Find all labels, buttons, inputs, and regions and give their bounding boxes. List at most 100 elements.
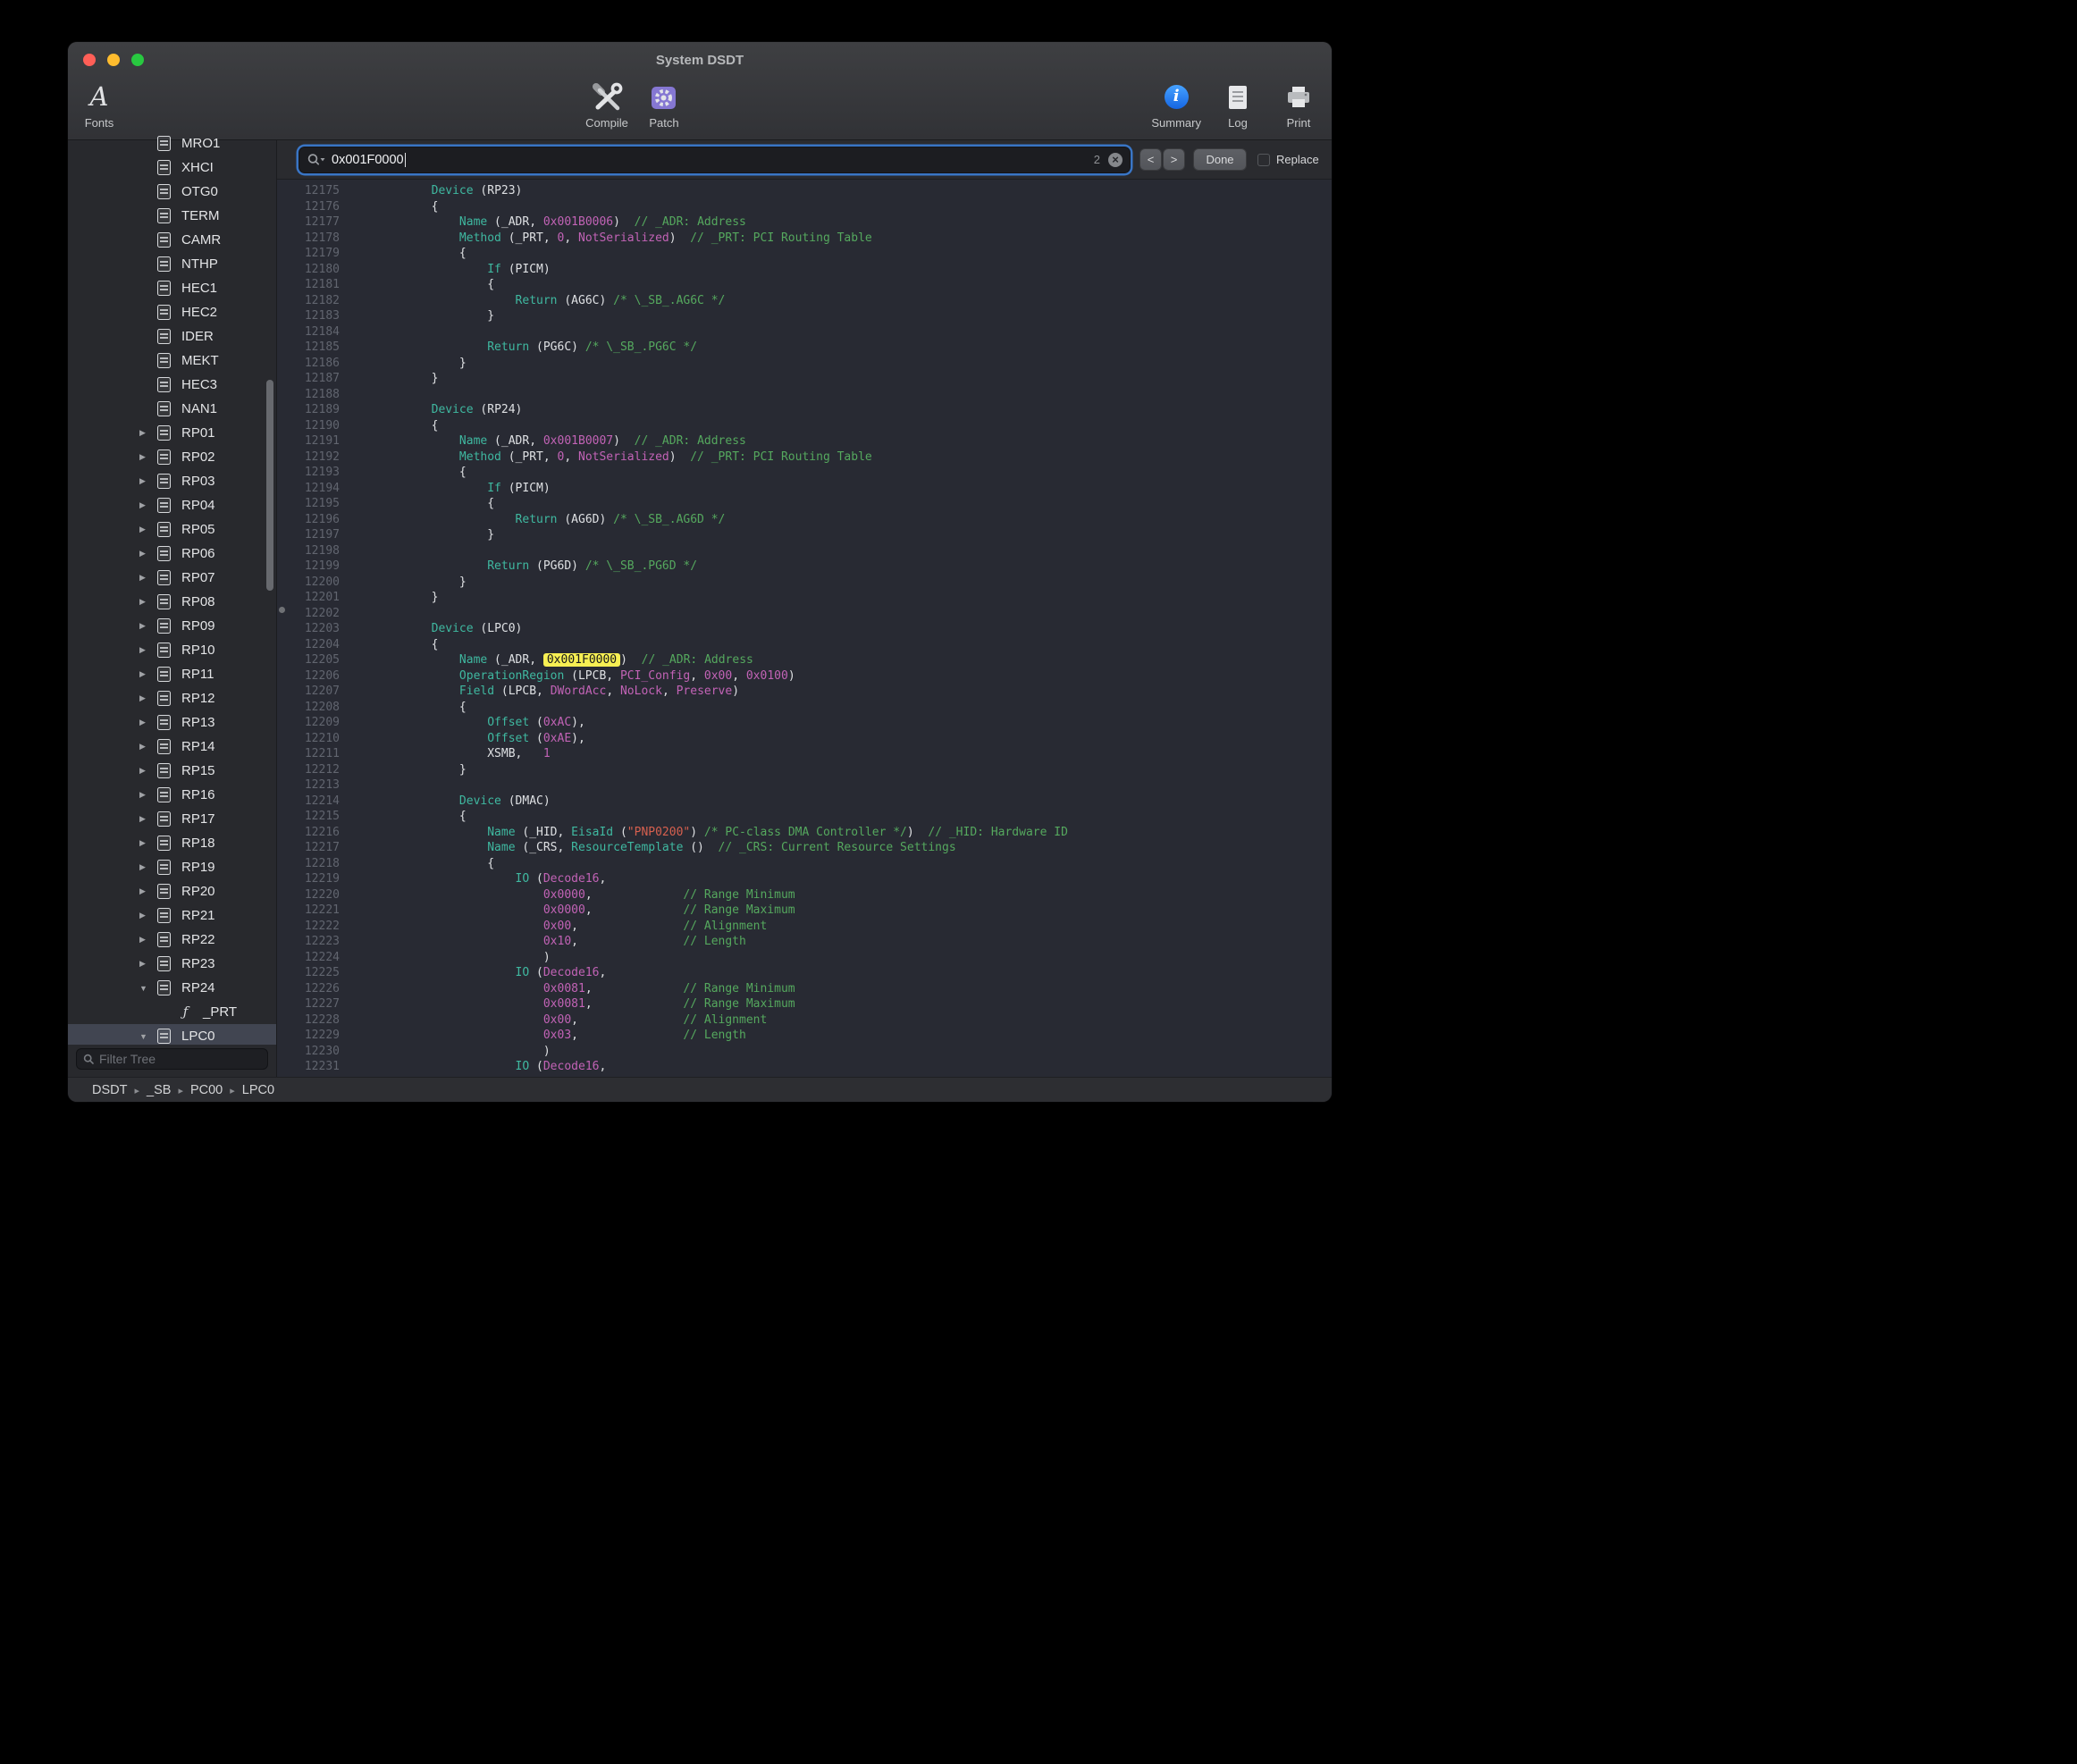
sidebar-item-lpc0[interactable]: ▼LPC0 — [68, 1024, 276, 1045]
disclosure-collapsed-icon[interactable]: ▶ — [136, 838, 157, 848]
disclosure-collapsed-icon[interactable]: ▶ — [136, 476, 157, 486]
disclosure-collapsed-icon[interactable]: ▶ — [136, 886, 157, 896]
sidebar-item-rp14[interactable]: ▶RP14 — [68, 735, 276, 759]
disclosure-collapsed-icon[interactable]: ▶ — [136, 621, 157, 631]
line-number: 12180 — [277, 262, 340, 278]
sidebar-item-rp18[interactable]: ▶RP18 — [68, 831, 276, 855]
sidebar-item-nthp[interactable]: NTHP — [68, 252, 276, 276]
disclosure-collapsed-icon[interactable]: ▶ — [136, 669, 157, 679]
sidebar-item-rp02[interactable]: ▶ RP02 — [68, 445, 276, 469]
summary-button[interactable]: Summary — [1151, 80, 1201, 130]
device-icon — [157, 281, 171, 296]
sidebar-item-rp11[interactable]: ▶RP11 — [68, 662, 276, 686]
disclosure-expanded-icon[interactable]: ▼ — [136, 984, 157, 993]
replace-checkbox[interactable] — [1257, 154, 1270, 166]
fonts-button[interactable]: Fonts — [75, 80, 123, 130]
disclosure-collapsed-icon[interactable]: ▶ — [136, 549, 157, 559]
sidebar-item-mro1[interactable]: MRO1 — [68, 131, 276, 155]
filter-tree-field[interactable] — [76, 1048, 268, 1070]
find-previous-button[interactable]: < — [1140, 149, 1161, 170]
sidebar-item-otg0[interactable]: OTG0 — [68, 180, 276, 204]
breadcrumb-item[interactable]: DSDT — [92, 1083, 127, 1097]
sidebar-item-rp01[interactable]: ▶RP01 — [68, 421, 276, 445]
disclosure-collapsed-icon[interactable]: ▶ — [136, 959, 157, 969]
sidebar-item-rp09[interactable]: ▶RP09 — [68, 614, 276, 638]
titlebar[interactable]: System DSDT — [68, 42, 1332, 78]
sidebar-item-rp17[interactable]: ▶RP17 — [68, 807, 276, 831]
done-button[interactable]: Done — [1194, 149, 1246, 170]
search-menu-icon[interactable] — [307, 152, 326, 167]
sidebar-item-rp10[interactable]: ▶RP10 — [68, 638, 276, 662]
disclosure-collapsed-icon[interactable]: ▶ — [136, 766, 157, 776]
minimize-button[interactable] — [107, 54, 120, 66]
code-editor[interactable]: 12175 Device (RP23)12176 {12177 Name (_A… — [277, 180, 1332, 1077]
disclosure-collapsed-icon[interactable]: ▶ — [136, 911, 157, 920]
find-input[interactable]: 0x001F0000 — [332, 153, 404, 167]
sidebar-item-rp20[interactable]: ▶RP20 — [68, 879, 276, 903]
disclosure-collapsed-icon[interactable]: ▶ — [136, 693, 157, 703]
print-button[interactable]: Print — [1274, 80, 1323, 130]
disclosure-collapsed-icon[interactable]: ▶ — [136, 935, 157, 945]
zoom-button[interactable] — [131, 54, 144, 66]
device-icon — [157, 160, 171, 175]
sidebar-item-rp13[interactable]: ▶RP13 — [68, 710, 276, 735]
disclosure-collapsed-icon[interactable]: ▶ — [136, 742, 157, 752]
disclosure-collapsed-icon[interactable]: ▶ — [136, 428, 157, 438]
sidebar-scrollbar-thumb[interactable] — [266, 380, 273, 591]
disclosure-collapsed-icon[interactable]: ▶ — [136, 525, 157, 534]
device-icon — [157, 836, 171, 851]
breadcrumb-item[interactable]: _SB — [147, 1083, 171, 1097]
sidebar-item-mekt[interactable]: MEKT — [68, 349, 276, 373]
disclosure-collapsed-icon[interactable]: ▶ — [136, 573, 157, 583]
clear-search-icon[interactable] — [1108, 153, 1123, 167]
device-icon — [157, 884, 171, 899]
sidebar-item-rp15[interactable]: ▶RP15 — [68, 759, 276, 783]
disclosure-collapsed-icon[interactable]: ▶ — [136, 452, 157, 462]
sidebar-item-label: RP02 — [181, 449, 215, 465]
sidebar-item-rp06[interactable]: ▶RP06 — [68, 542, 276, 566]
disclosure-collapsed-icon[interactable]: ▶ — [136, 500, 157, 510]
find-field[interactable]: 0x001F0000 2 — [299, 147, 1130, 172]
line-number: 12199 — [277, 559, 340, 575]
disclosure-collapsed-icon[interactable]: ▶ — [136, 597, 157, 607]
sidebar-item-rp03[interactable]: ▶RP03 — [68, 469, 276, 493]
sidebar-item-ider[interactable]: IDER — [68, 324, 276, 349]
sidebar-item-rp19[interactable]: ▶RP19 — [68, 855, 276, 879]
sidebar-item-rp08[interactable]: ▶RP08 — [68, 590, 276, 614]
line-number: 12188 — [277, 387, 340, 403]
sidebar-item-_prt[interactable]: ƒ_PRT — [68, 1000, 276, 1024]
compile-button[interactable]: Compile — [583, 80, 631, 130]
sidebar-item-rp12[interactable]: ▶RP12 — [68, 686, 276, 710]
disclosure-expanded-icon[interactable]: ▼ — [136, 1032, 157, 1041]
sidebar-item-rp23[interactable]: ▶RP23 — [68, 952, 276, 976]
sidebar-item-rp05[interactable]: ▶RP05 — [68, 517, 276, 542]
sidebar-item-rp21[interactable]: ▶RP21 — [68, 903, 276, 928]
sidebar-item-rp16[interactable]: ▶RP16 — [68, 783, 276, 807]
filter-tree-input[interactable] — [99, 1052, 261, 1066]
sidebar-item-rp04[interactable]: ▶RP04 — [68, 493, 276, 517]
patch-button[interactable]: Patch — [640, 80, 688, 130]
sidebar-item-term[interactable]: TERM — [68, 204, 276, 228]
disclosure-collapsed-icon[interactable]: ▶ — [136, 645, 157, 655]
line-number: 12213 — [277, 777, 340, 794]
sidebar-item-rp22[interactable]: ▶RP22 — [68, 928, 276, 952]
breadcrumb-item[interactable]: PC00 — [190, 1083, 223, 1097]
sidebar-item-hec3[interactable]: HEC3 — [68, 373, 276, 397]
editor-scrollbar-dot[interactable] — [279, 607, 285, 613]
sidebar-item-hec1[interactable]: HEC1 — [68, 276, 276, 300]
sidebar-item-rp07[interactable]: ▶RP07 — [68, 566, 276, 590]
disclosure-collapsed-icon[interactable]: ▶ — [136, 862, 157, 872]
disclosure-collapsed-icon[interactable]: ▶ — [136, 790, 157, 800]
breadcrumb-item[interactable]: LPC0 — [242, 1083, 274, 1097]
sidebar-item-xhci[interactable]: XHCI — [68, 155, 276, 180]
code-line: 12213 — [277, 777, 1332, 794]
sidebar-item-rp24[interactable]: ▼RP24 — [68, 976, 276, 1000]
sidebar-item-nan1[interactable]: NAN1 — [68, 397, 276, 421]
close-button[interactable] — [83, 54, 96, 66]
log-button[interactable]: Log — [1214, 80, 1262, 130]
disclosure-collapsed-icon[interactable]: ▶ — [136, 718, 157, 727]
sidebar-item-camr[interactable]: CAMR — [68, 228, 276, 252]
find-next-button[interactable]: > — [1164, 149, 1184, 170]
sidebar-item-hec2[interactable]: HEC2 — [68, 300, 276, 324]
disclosure-collapsed-icon[interactable]: ▶ — [136, 814, 157, 824]
